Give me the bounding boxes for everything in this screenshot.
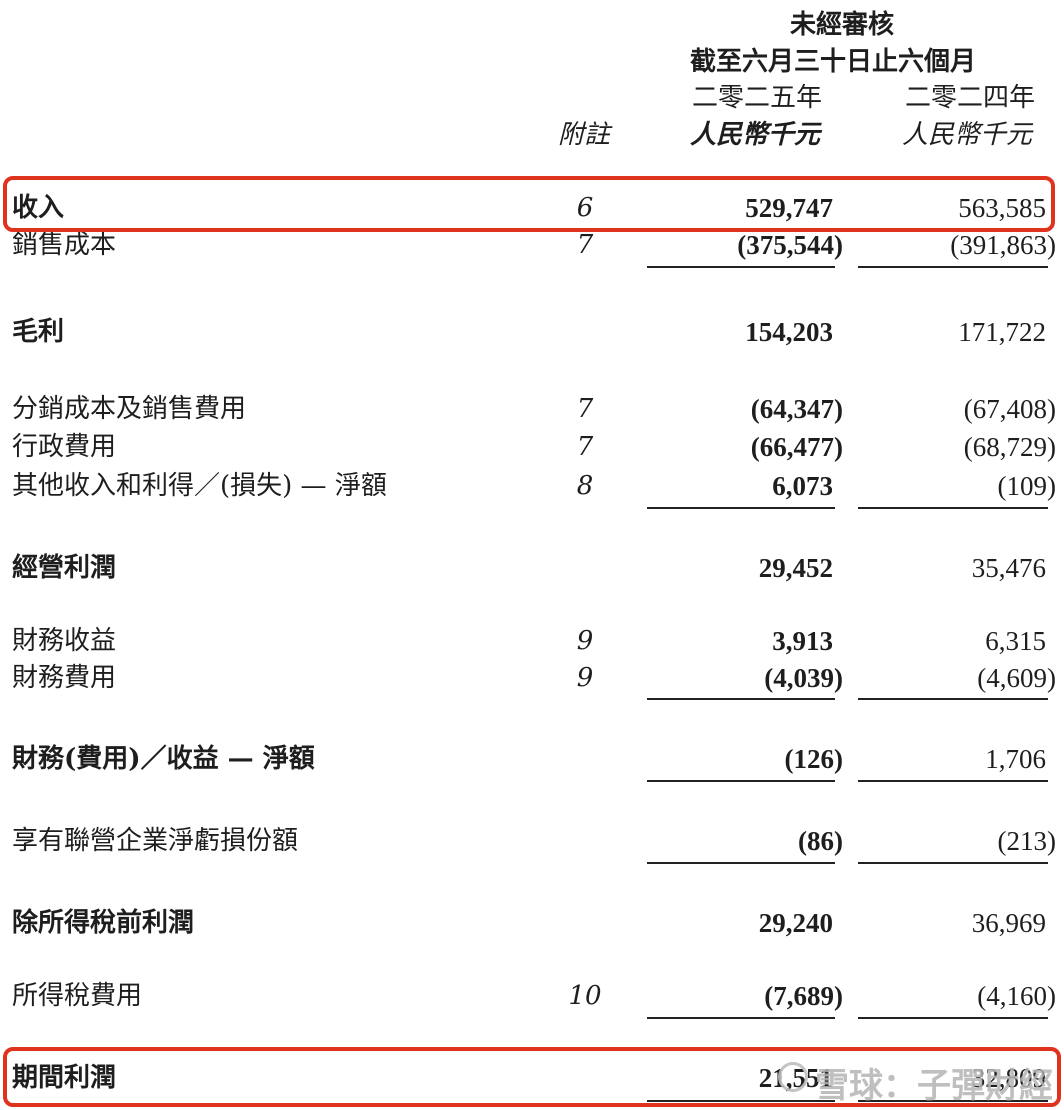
table-row-gross-profit: 毛利 154,203 171,722: [0, 312, 1064, 352]
header-currency-2024: 人民幣千元: [902, 120, 1033, 150]
table-row-distribution-costs: 分銷成本及銷售費用 7 (64,347) (67,408): [0, 389, 1064, 429]
row-note: 7: [576, 394, 594, 424]
row-value-2024: 6,315: [985, 626, 1046, 656]
table-row-profit-before-tax: 除所得稅前利潤 29,240 36,969: [0, 903, 1064, 943]
row-value-2024: (4,160): [977, 981, 1056, 1011]
subtotal-rule: [647, 780, 835, 782]
row-value-2025: (4,039): [764, 663, 843, 693]
header-unaudited: 未經審核: [790, 10, 895, 40]
row-note: 7: [576, 432, 594, 462]
row-label: 毛利: [12, 317, 65, 347]
highlight-box-revenue: [3, 176, 1055, 232]
row-value-2025: (126): [784, 744, 843, 774]
row-label: 除所得稅前利潤: [12, 908, 195, 938]
row-value-2025: 3,913: [772, 626, 833, 656]
subtotal-rule: [647, 862, 835, 864]
header-year-2024: 二零二四年: [905, 83, 1036, 113]
row-value-2024: (67,408): [963, 394, 1056, 424]
row-value-2024: (109): [997, 471, 1056, 501]
row-label: 享有聯營企業淨虧損份額: [12, 826, 299, 856]
table-row-income-tax: 所得稅費用 10 (7,689) (4,160): [0, 976, 1064, 1016]
table-row-operating-profit: 經營利潤 29,452 35,476: [0, 548, 1064, 588]
table-row-finance-income: 財務收益 9 3,913 6,315: [0, 621, 1064, 661]
subtotal-rule: [647, 1017, 835, 1019]
row-value-2025: 29,240: [758, 908, 833, 938]
header-period: 截至六月三十日止六個月: [690, 47, 977, 77]
table-row-other-income: 其他收入和利得／(損失) — 淨額 8 6,073 (109): [0, 466, 1064, 506]
table-row-net-finance: 財務(費用)／收益 — 淨額 (126) 1,706: [0, 739, 1064, 779]
row-value-2025: 29,452: [758, 553, 833, 583]
subtotal-rule: [858, 507, 1048, 509]
header-currency-2025: 人民幣千元: [690, 120, 821, 150]
row-label: 其他收入和利得／(損失) — 淨額: [12, 471, 387, 501]
row-value-2024: (213): [997, 826, 1056, 856]
table-row-share-of-associates: 享有聯營企業淨虧損份額 (86) (213): [0, 821, 1064, 861]
header-note-label: 附註: [558, 120, 611, 150]
row-label: 行政費用: [12, 432, 117, 462]
row-note: 8: [576, 471, 594, 501]
row-label: 財務費用: [12, 663, 117, 693]
row-label: 財務收益: [12, 626, 117, 656]
subtotal-rule: [858, 266, 1048, 268]
row-note: 9: [576, 663, 594, 693]
subtotal-rule: [858, 862, 1048, 864]
row-note: 9: [576, 626, 594, 656]
row-value-2025: 154,203: [745, 317, 833, 347]
table-row-finance-costs: 財務費用 9 (4,039) (4,609): [0, 658, 1064, 698]
row-value-2024: 35,476: [971, 553, 1046, 583]
watermark-text: 雪球：子彈財經: [815, 1066, 1053, 1106]
subtotal-rule: [858, 698, 1048, 700]
row-value-2024: 36,969: [971, 908, 1046, 938]
subtotal-rule: [647, 698, 835, 700]
row-value-2024: (4,609): [977, 663, 1056, 693]
row-value-2024: (68,729): [963, 432, 1056, 462]
subtotal-rule: [858, 1017, 1048, 1019]
row-value-2025: (66,477): [750, 432, 843, 462]
row-label: 所得稅費用: [12, 981, 143, 1011]
subtotal-rule: [858, 780, 1048, 782]
row-value-2024: 1,706: [985, 744, 1046, 774]
row-value-2024: 171,722: [958, 317, 1046, 347]
watermark-logo-icon: [778, 1062, 808, 1092]
row-label: 分銷成本及銷售費用: [12, 394, 247, 424]
table-row-admin-expenses: 行政費用 7 (66,477) (68,729): [0, 427, 1064, 467]
row-value-2025: 6,073: [772, 471, 833, 501]
row-value-2025: (7,689): [764, 981, 843, 1011]
row-value-2025: (64,347): [750, 394, 843, 424]
row-note: 10: [568, 981, 602, 1011]
header-year-2025: 二零二五年: [692, 83, 823, 113]
row-label: 經營利潤: [12, 553, 117, 583]
subtotal-rule: [647, 266, 835, 268]
row-label: 財務(費用)／收益 — 淨額: [12, 744, 315, 774]
row-value-2025: (86): [798, 826, 843, 856]
subtotal-rule: [647, 507, 835, 509]
